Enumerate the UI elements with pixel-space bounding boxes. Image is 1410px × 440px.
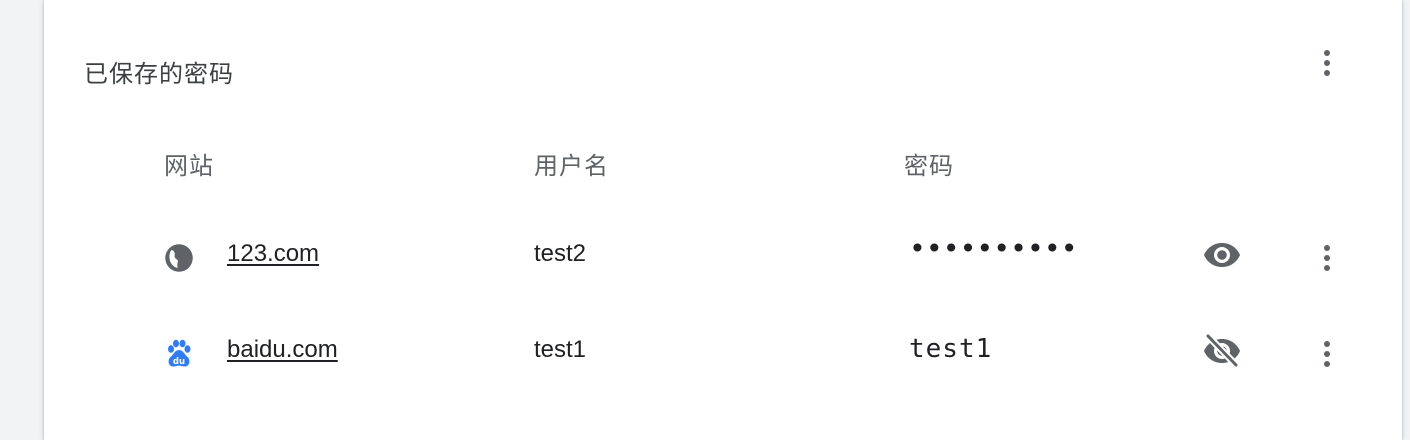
site-link[interactable]: baidu.com [227, 336, 338, 364]
username-value: test2 [534, 240, 587, 267]
row-more-button[interactable] [1307, 334, 1347, 374]
svg-text:du: du [173, 357, 185, 367]
saved-passwords-card: 已保存的密码 网站 用户名 密码 123.com test2 •••••••••… [44, 0, 1402, 440]
column-header-website: 网站 [164, 153, 214, 180]
show-password-button[interactable] [1200, 237, 1244, 277]
site-link[interactable]: 123.com [227, 240, 319, 268]
more-vert-icon [1323, 50, 1331, 76]
username-value: test1 [534, 336, 587, 363]
hide-password-button[interactable] [1200, 333, 1244, 373]
password-row: 123.com test2 •••••••••• [44, 210, 1402, 306]
section-title: 已保存的密码 [84, 61, 234, 88]
password-value: test1 [909, 334, 993, 364]
row-more-button[interactable] [1307, 238, 1347, 278]
more-vert-icon [1323, 245, 1331, 271]
globe-icon [164, 243, 194, 273]
password-value: •••••••••• [909, 232, 1078, 265]
password-row: du baidu.com test1 test1 [44, 306, 1402, 402]
baidu-paw-icon: du [164, 339, 194, 369]
column-header-password: 密码 [904, 153, 954, 180]
more-vert-icon [1323, 341, 1331, 367]
column-header-username: 用户名 [534, 153, 609, 180]
eye-off-icon [1203, 334, 1241, 373]
section-more-button[interactable] [1307, 43, 1347, 83]
eye-icon [1203, 242, 1241, 273]
